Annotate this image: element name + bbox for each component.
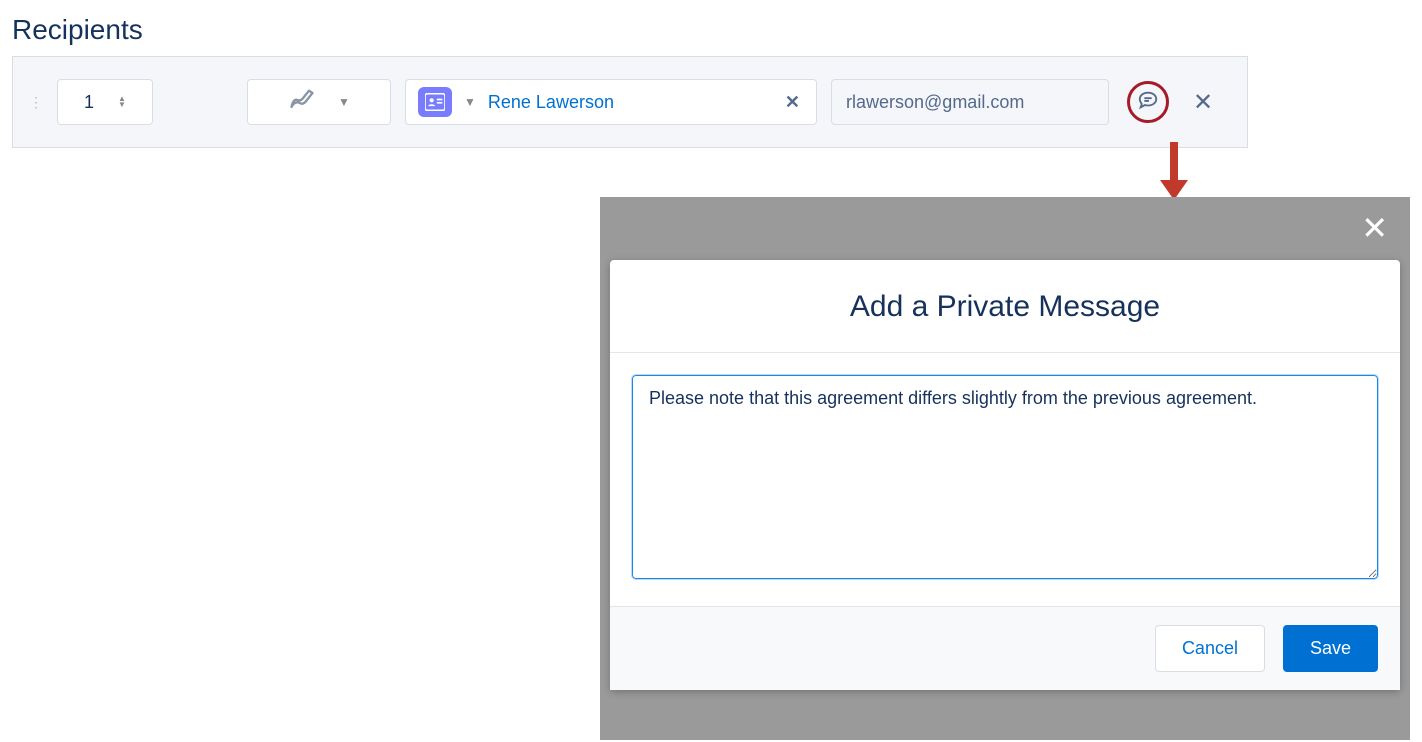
role-dropdown[interactable]: ▼	[247, 79, 391, 125]
save-button[interactable]: Save	[1283, 625, 1378, 672]
drag-handle-icon[interactable]: ⋮	[29, 94, 43, 111]
order-input[interactable]: 1 ▲▼	[57, 79, 153, 125]
remove-recipient-icon[interactable]: ✕	[1193, 88, 1213, 117]
recipient-name: Rene Lawerson	[488, 92, 769, 113]
modal-title: Add a Private Message	[610, 260, 1400, 353]
recipient-email-field[interactable]: rlawerson@gmail.com	[831, 79, 1109, 125]
clear-name-icon[interactable]: ✕	[781, 92, 804, 113]
pen-icon	[288, 86, 316, 119]
cancel-button[interactable]: Cancel	[1155, 625, 1265, 672]
recipient-email: rlawerson@gmail.com	[846, 92, 1024, 113]
recipient-row: ⋮ 1 ▲▼ ▼ ▼ Rene Lawerson ✕ rlawerson@gma…	[12, 56, 1248, 148]
section-title: Recipients	[0, 0, 1422, 56]
close-modal-icon[interactable]: ✕	[1361, 209, 1388, 247]
modal-footer: Cancel Save	[610, 606, 1400, 690]
order-stepper-icon[interactable]: ▲▼	[118, 96, 126, 108]
private-message-button[interactable]	[1127, 81, 1169, 123]
private-message-textarea[interactable]	[632, 375, 1378, 579]
recipient-name-field[interactable]: ▼ Rene Lawerson ✕	[405, 79, 817, 125]
private-message-modal: Add a Private Message Cancel Save	[610, 260, 1400, 690]
contact-badge-icon	[418, 87, 452, 117]
chevron-down-icon: ▼	[338, 95, 350, 109]
speech-bubble-icon	[1137, 89, 1159, 116]
annotation-arrow-icon	[1160, 142, 1188, 200]
chevron-down-icon[interactable]: ▼	[464, 95, 476, 109]
order-value: 1	[84, 92, 94, 113]
